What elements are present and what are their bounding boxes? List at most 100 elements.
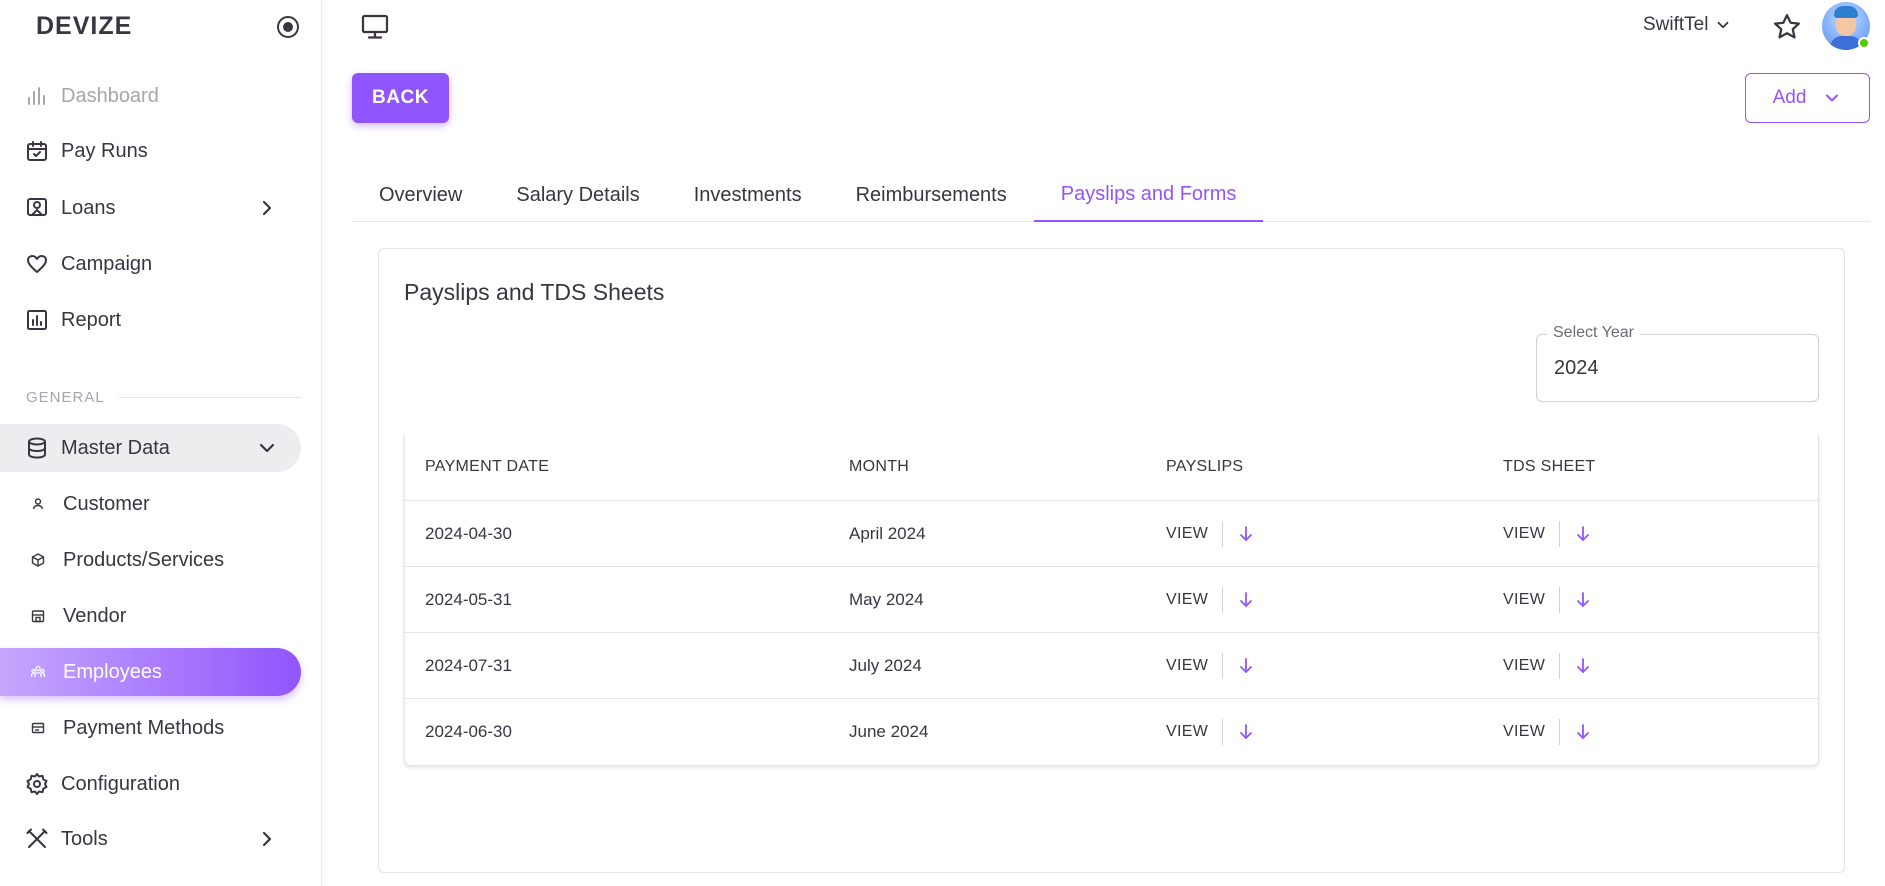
divider — [1559, 719, 1561, 745]
view-tds-button[interactable]: VIEW — [1503, 723, 1545, 741]
tds-actions: VIEW — [1503, 586, 1592, 613]
sidebar-item-report[interactable]: Report — [0, 296, 301, 344]
sidebar-item-products-services[interactable]: Products/Services — [0, 536, 301, 584]
view-payslip-button[interactable]: VIEW — [1166, 723, 1208, 741]
divider — [1559, 652, 1561, 679]
download-icon[interactable] — [1574, 657, 1592, 675]
id-badge-icon — [25, 196, 49, 220]
sidebar-item-loans[interactable]: Loans — [0, 184, 301, 232]
view-tds-button[interactable]: VIEW — [1503, 591, 1545, 609]
header-payslips: PAYSLIPS — [1166, 458, 1244, 475]
view-payslip-button[interactable]: VIEW — [1166, 525, 1208, 543]
month-cell: May 2024 — [849, 589, 924, 609]
month-cell: June 2024 — [849, 722, 929, 741]
table-header: PAYMENT DATE MONTH PAYSLIPS TDS SHEET — [405, 434, 1818, 501]
download-icon[interactable] — [1574, 525, 1592, 543]
view-payslip-button[interactable]: VIEW — [1166, 657, 1208, 675]
chevron-down-icon — [259, 443, 275, 453]
tab-payslips-and-forms[interactable]: Payslips and Forms — [1033, 175, 1264, 222]
monitor-icon[interactable] — [361, 14, 389, 40]
tab-overview[interactable]: Overview — [352, 175, 489, 222]
company-name: SwiftTel — [1643, 14, 1709, 35]
back-button[interactable]: BACK — [352, 73, 449, 123]
sidebar-item-label: Dashboard — [61, 84, 159, 107]
cube-icon — [29, 551, 47, 569]
calendar-check-icon — [25, 139, 49, 163]
tds-actions: VIEW — [1503, 520, 1592, 547]
gear-icon — [25, 772, 49, 796]
sidebar-item-dashboard[interactable]: Dashboard — [0, 72, 301, 120]
sidebar-item-configuration[interactable]: Configuration — [0, 760, 301, 808]
bar-chart-icon — [25, 84, 49, 108]
select-year-field[interactable]: Select Year 2024 — [1536, 324, 1819, 402]
header-tds-sheet: TDS SHEET — [1503, 458, 1596, 475]
payslips-table: PAYMENT DATE MONTH PAYSLIPS TDS SHEET 20… — [404, 434, 1819, 766]
payslip-actions: VIEW — [1166, 652, 1255, 679]
sidebar-item-master-data[interactable]: Master Data — [0, 424, 301, 472]
sidebar-collapse-toggle-icon[interactable] — [277, 16, 299, 38]
payment-date-cell: 2024-05-31 — [425, 589, 512, 609]
select-year-value: 2024 — [1554, 357, 1599, 379]
payslip-actions: VIEW — [1166, 586, 1255, 613]
download-icon[interactable] — [1237, 591, 1255, 609]
tab-investments[interactable]: Investments — [667, 175, 829, 222]
card-title: Payslips and TDS Sheets — [404, 279, 665, 305]
tds-actions: VIEW — [1503, 652, 1592, 679]
avatar-hair — [1834, 6, 1858, 18]
download-icon[interactable] — [1574, 591, 1592, 609]
sidebar-item-employees[interactable]: Employees — [0, 648, 301, 696]
star-icon[interactable] — [1772, 12, 1802, 42]
sidebar-item-label: Vendor — [63, 604, 127, 627]
sidebar-item-label: Loans — [61, 196, 116, 219]
divider — [1559, 586, 1561, 613]
payment-date-cell: 2024-04-30 — [425, 523, 512, 543]
month-cell: April 2024 — [849, 523, 926, 543]
sidebar-item-label: Master Data — [61, 436, 170, 459]
tab-reimbursements[interactable]: Reimbursements — [829, 175, 1034, 222]
header-payment-date: PAYMENT DATE — [425, 458, 550, 475]
add-button[interactable]: Add — [1745, 73, 1870, 123]
chevron-right-icon — [262, 831, 272, 847]
payment-date-cell: 2024-07-31 — [425, 655, 512, 675]
sidebar-item-payment-methods[interactable]: Payment Methods — [0, 704, 301, 752]
chevron-down-icon — [1826, 94, 1839, 102]
divider — [1222, 719, 1224, 745]
employees-icon — [29, 663, 47, 681]
table-row: 2024-05-31 May 2024 VIEW VIEW — [405, 567, 1818, 633]
user-icon — [29, 495, 47, 513]
sidebar-item-label: Campaign — [61, 252, 153, 275]
table-row: 2024-07-31 July 2024 VIEW VIEW — [405, 633, 1818, 699]
sidebar-section-general: GENERAL — [26, 389, 301, 406]
download-icon[interactable] — [1574, 723, 1592, 741]
sidebar-item-label: Pay Runs — [61, 139, 148, 162]
chevron-right-icon — [262, 200, 272, 216]
download-icon[interactable] — [1237, 525, 1255, 543]
sidebar-item-label: Report — [61, 308, 122, 331]
chevron-down-icon — [1718, 21, 1729, 29]
select-year-label: Select Year — [1547, 324, 1640, 342]
sidebar-item-label: Tools — [61, 827, 108, 850]
sidebar-item-pay-runs[interactable]: Pay Runs — [0, 127, 301, 175]
sidebar-item-customer[interactable]: Customer — [0, 480, 301, 528]
sidebar-item-label: Products/Services — [63, 548, 225, 571]
header-month: MONTH — [849, 458, 910, 475]
company-selector[interactable]: SwiftTel — [1643, 14, 1732, 36]
sidebar-item-vendor[interactable]: Vendor — [0, 592, 301, 640]
view-tds-button[interactable]: VIEW — [1503, 525, 1545, 543]
table-row: 2024-06-30 June 2024 VIEW VIEW — [405, 699, 1818, 765]
tab-salary-details[interactable]: Salary Details — [489, 175, 666, 222]
payslip-actions: VIEW — [1166, 719, 1255, 745]
online-status-badge — [1858, 37, 1870, 49]
database-icon — [25, 436, 49, 460]
sidebar-item-tools[interactable]: Tools — [0, 815, 301, 863]
sidebar-item-label: Customer — [63, 492, 150, 515]
view-payslip-button[interactable]: VIEW — [1166, 591, 1208, 609]
download-icon[interactable] — [1237, 723, 1255, 741]
download-icon[interactable] — [1237, 657, 1255, 675]
sidebar-item-campaign[interactable]: Campaign — [0, 240, 301, 288]
report-chart-icon — [25, 308, 49, 332]
view-tds-button[interactable]: VIEW — [1503, 657, 1545, 675]
brand-logo: DEVIZE — [36, 12, 133, 40]
table-row: 2024-04-30 April 2024 VIEW VIEW — [405, 501, 1818, 567]
payslips-card: Payslips and TDS Sheets Select Year 2024… — [378, 248, 1845, 873]
